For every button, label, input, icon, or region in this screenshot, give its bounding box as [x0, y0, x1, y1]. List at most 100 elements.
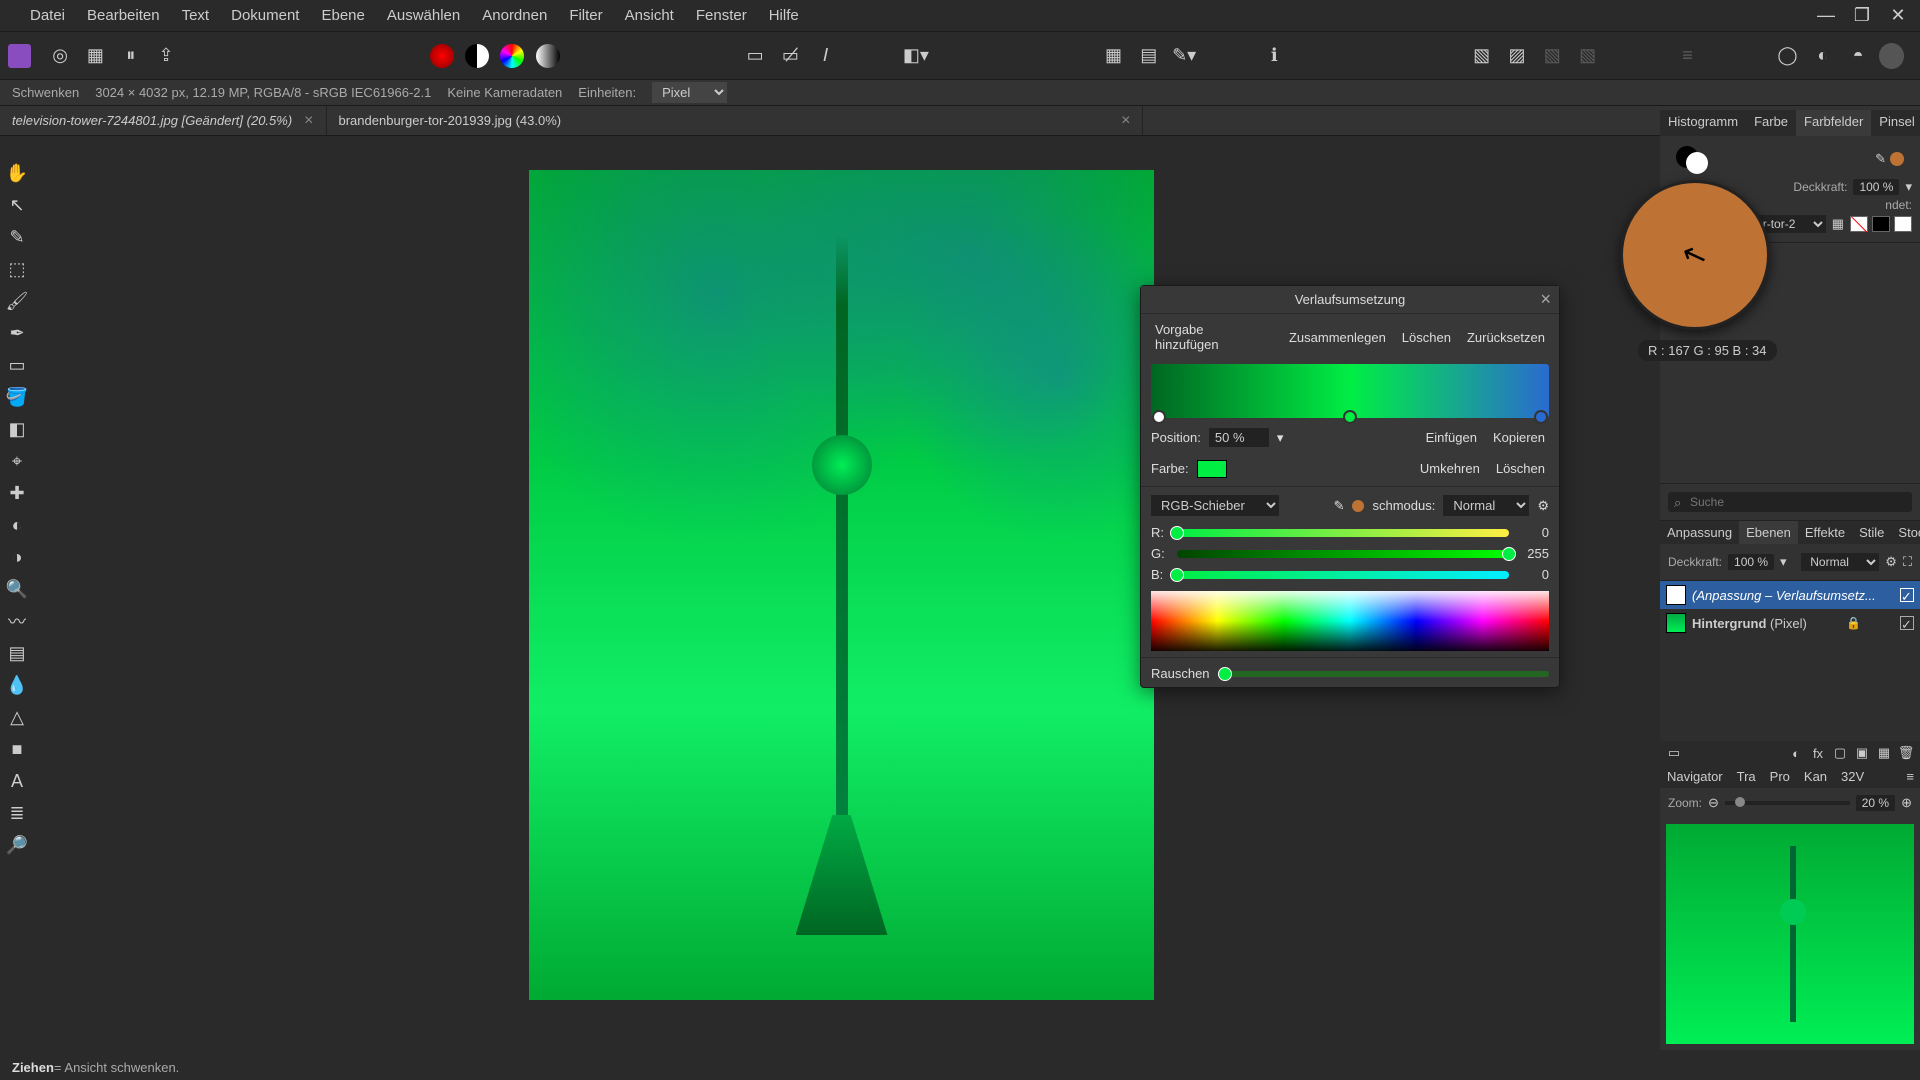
stack4-icon[interactable]: ▧: [1573, 41, 1602, 71]
eyedropper-icon[interactable]: ✎: [1875, 151, 1886, 167]
shape2-icon[interactable]: ◐: [1808, 41, 1837, 71]
tab-styles[interactable]: Stile: [1852, 521, 1891, 544]
tab-adjustment[interactable]: Anpassung: [1660, 521, 1739, 544]
close-tab-icon[interactable]: ×: [1121, 112, 1130, 130]
g-slider[interactable]: [1177, 550, 1509, 558]
tab-stock[interactable]: Stock: [1891, 521, 1920, 544]
gradient-stop-start[interactable]: [1152, 410, 1166, 424]
clone-tool-icon[interactable]: ⌖: [3, 447, 31, 475]
layer-group-icon[interactable]: ▣: [1852, 744, 1872, 762]
close-tab-icon[interactable]: ×: [304, 112, 313, 130]
chevron-down-icon[interactable]: ▾: [1905, 179, 1912, 195]
document-tab-1[interactable]: television-tower-7244801.jpg [Geändert] …: [0, 106, 327, 135]
sharpen-tool-icon[interactable]: △: [3, 703, 31, 731]
heal-tool-icon[interactable]: ✚: [3, 479, 31, 507]
hand-tool-icon[interactable]: ✋: [3, 159, 31, 187]
menu-datei[interactable]: Datei: [20, 7, 75, 24]
b-value[interactable]: 0: [1517, 567, 1549, 582]
dodge-tool-icon[interactable]: ◐: [3, 511, 31, 539]
fill-tool-icon[interactable]: 🪣: [3, 383, 31, 411]
smudge-tool-icon[interactable]: 〰: [3, 607, 31, 635]
recent-color-swatch[interactable]: [1890, 152, 1904, 166]
zoom2-tool-icon[interactable]: 🔎: [3, 831, 31, 859]
invert-button[interactable]: Umkehren: [1416, 459, 1484, 478]
swatch-white[interactable]: [1894, 216, 1912, 232]
move-tool-icon[interactable]: ↖: [3, 191, 31, 219]
menu-ebene[interactable]: Ebene: [311, 7, 374, 24]
copy-button[interactable]: Kopieren: [1489, 428, 1549, 447]
shape-tool-icon[interactable]: ■: [3, 735, 31, 763]
opacity-value[interactable]: 100 %: [1853, 179, 1899, 195]
window-maximize[interactable]: ❐: [1848, 6, 1876, 26]
grid-icon[interactable]: ▦: [1099, 41, 1128, 71]
stack3-icon[interactable]: ▧: [1538, 41, 1567, 71]
layer-mask-icon[interactable]: ▢: [1830, 744, 1850, 762]
position-input[interactable]: [1209, 428, 1269, 447]
info-icon[interactable]: ℹ: [1260, 41, 1289, 71]
chevron-down-icon[interactable]: ▾: [1780, 554, 1787, 570]
fg-bg-color-icon[interactable]: [1676, 146, 1708, 172]
persona-liquify-icon[interactable]: ▦: [81, 41, 110, 71]
gradient-preview[interactable]: [1151, 364, 1549, 418]
tab-pro[interactable]: Pro: [1763, 765, 1797, 788]
merge-button[interactable]: Zusammenlegen: [1285, 328, 1390, 347]
b-slider[interactable]: [1177, 571, 1509, 579]
hue-saturation-field[interactable]: [1151, 591, 1549, 651]
window-close[interactable]: ✕: [1884, 6, 1912, 26]
layer-background[interactable]: Hintergrund (Pixel) 🔒 ✓: [1660, 609, 1920, 637]
menu-bearbeiten[interactable]: Bearbeiten: [77, 7, 170, 24]
search-input[interactable]: [1668, 492, 1912, 512]
color-swatch[interactable]: [1197, 460, 1227, 478]
layer-delete-icon[interactable]: 🗑: [1896, 744, 1916, 762]
layer-blend-select[interactable]: Normal: [1443, 495, 1529, 516]
menu-ansicht[interactable]: Ansicht: [615, 7, 684, 24]
tab-color[interactable]: Farbe: [1746, 110, 1796, 136]
zoom-tool-icon[interactable]: 🔍: [3, 575, 31, 603]
layers-tool-icon[interactable]: ≣: [3, 799, 31, 827]
menu-text[interactable]: Text: [172, 7, 220, 24]
units-select[interactable]: Pixel: [652, 82, 727, 103]
delete-button[interactable]: Löschen: [1398, 328, 1455, 347]
zoom-in-icon[interactable]: ⊕: [1901, 795, 1912, 811]
text-tool-icon[interactable]: A: [3, 767, 31, 795]
blur-tool-icon[interactable]: 💧: [3, 671, 31, 699]
noise-slider[interactable]: [1218, 671, 1549, 677]
gear-icon[interactable]: ⚙: [1537, 498, 1549, 514]
persona-develop-icon[interactable]: ⏸: [116, 41, 145, 71]
menu-dokument[interactable]: Dokument: [221, 7, 309, 24]
crop-icon[interactable]: ◧▾: [901, 41, 930, 71]
persona-export-icon[interactable]: ⇪: [151, 41, 180, 71]
brush-tool-icon[interactable]: 🖌: [3, 287, 31, 315]
hamburger-icon[interactable]: ≡: [1673, 41, 1702, 71]
crop-tool-icon[interactable]: ⬚: [3, 255, 31, 283]
menu-fenster[interactable]: Fenster: [686, 7, 757, 24]
stack2-icon[interactable]: ▨: [1502, 41, 1531, 71]
selection-cancel-icon[interactable]: ▭̸: [776, 41, 805, 71]
menu-filter[interactable]: Filter: [559, 7, 612, 24]
tab-navigator[interactable]: Navigator: [1660, 765, 1730, 788]
layer-opacity-value[interactable]: 100 %: [1728, 554, 1774, 570]
tab-swatches[interactable]: Farbfelder: [1796, 110, 1871, 136]
window-minimize[interactable]: —: [1812, 6, 1840, 26]
visibility-checkbox[interactable]: ✓: [1900, 588, 1914, 602]
bw-icon[interactable]: [462, 41, 491, 71]
mesh-tool-icon[interactable]: ▤: [3, 639, 31, 667]
tab-brushes[interactable]: Pinsel: [1871, 110, 1920, 136]
gradient-stop-end[interactable]: [1534, 410, 1548, 424]
document-tab-2[interactable]: brandenburger-tor-201939.jpg (43.0%) ×: [327, 106, 1144, 135]
visibility-checkbox[interactable]: ✓: [1900, 616, 1914, 630]
g-value[interactable]: 255: [1517, 546, 1549, 561]
swatch-black[interactable]: [1872, 216, 1890, 232]
lock-icon[interactable]: 🔒: [1846, 616, 1861, 630]
r-slider[interactable]: [1177, 529, 1509, 537]
layer-add-icon[interactable]: ▦: [1874, 744, 1894, 762]
slider-mode-select[interactable]: RGB-Schieber: [1151, 495, 1279, 516]
burn-tool-icon[interactable]: ◑: [3, 543, 31, 571]
menu-auswaehlen[interactable]: Auswählen: [377, 7, 470, 24]
tab-kan[interactable]: Kan: [1797, 765, 1834, 788]
blend-mode-select[interactable]: Normal: [1801, 553, 1879, 571]
delete-stop-button[interactable]: Löschen: [1492, 459, 1549, 478]
selection-text-icon[interactable]: 𝐼: [811, 41, 840, 71]
swatch-none[interactable]: [1850, 216, 1868, 232]
layer-adj-icon[interactable]: ◐: [1786, 744, 1806, 762]
